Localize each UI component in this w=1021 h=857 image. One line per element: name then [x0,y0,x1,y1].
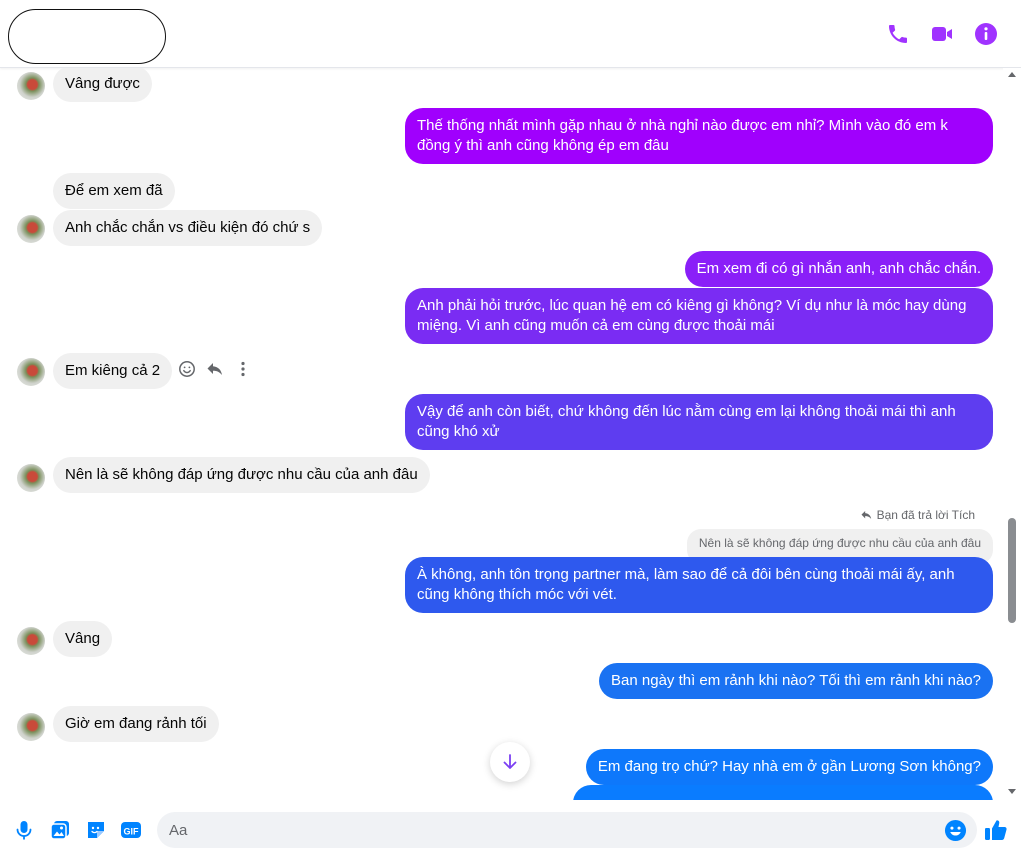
sticker-icon[interactable] [85,819,107,841]
message-composer: GIF [0,800,1021,857]
reply-icon [861,511,871,519]
like-icon[interactable] [983,817,1009,843]
more-icon[interactable] [234,360,252,378]
scroll-down-arrow-icon[interactable] [1007,786,1017,796]
incoming-message[interactable]: Giờ em đang rảnh tối [53,706,219,742]
gallery-icon[interactable] [49,819,71,841]
gif-label: GIF [124,827,140,837]
outgoing-message[interactable]: Thế thống nhất mình gặp nhau ở nhà nghỉ … [405,108,993,164]
scrollbar[interactable] [1003,68,1021,800]
scrollbar-thumb[interactable] [1008,518,1016,623]
reply-label-text: Bạn đã trả lời Tích [876,508,975,522]
message-list: Vâng được Thế thống nhất mình gặp nhau ở… [0,68,1003,800]
messenger-window: Vâng được Thế thống nhất mình gặp nhau ở… [0,0,1021,857]
contact-avatar[interactable] [17,72,45,100]
incoming-message[interactable]: Để em xem đã [53,173,175,209]
outgoing-message[interactable]: Anh phải hỏi trước, lúc quan hệ em có ki… [405,288,993,344]
arrow-down-icon [503,754,517,769]
phone-icon[interactable] [886,22,910,46]
video-camera-icon[interactable] [930,22,954,46]
reply-icon[interactable] [206,360,224,378]
contact-avatar[interactable] [17,713,45,741]
outgoing-message[interactable]: À không, anh tôn trọng partner mà, làm s… [405,557,993,613]
info-icon[interactable] [974,22,998,46]
outgoing-message[interactable]: Em đang trọ chứ? Hay nhà em ở gần Lương … [585,749,993,785]
smile-icon[interactable] [178,360,196,378]
contact-avatar[interactable] [17,627,45,655]
chat-header [0,0,1021,68]
message-actions [178,360,252,378]
microphone-icon[interactable] [13,819,35,841]
outgoing-message[interactable]: Vậy để anh còn biết, chứ không đến lúc n… [405,394,993,450]
contact-avatar[interactable] [17,358,45,386]
incoming-message[interactable]: Vâng được [53,68,152,102]
reply-label: Bạn đã trả lời Tích [860,508,975,522]
incoming-message[interactable]: Em kiêng cả 2 [53,353,173,389]
incoming-message[interactable]: Anh chắc chắn vs điều kiện đó chứ s [53,210,323,246]
outgoing-message[interactable]: Ban ngày thì em rảnh khi nào? Tối thì em… [599,663,993,699]
incoming-message[interactable]: Vâng [53,621,113,657]
outgoing-message-partial[interactable] [573,785,993,800]
emoji-icon[interactable] [944,819,967,842]
message-input[interactable] [157,812,977,848]
incoming-message[interactable]: Nên là sẽ không đáp ứng được nhu cầu của… [53,457,430,493]
outgoing-message[interactable]: Em xem đi có gì nhắn anh, anh chắc chắn. [684,251,993,287]
contact-avatar[interactable] [17,215,45,243]
contact-avatar[interactable] [17,464,45,492]
contact-name-redacted[interactable] [8,9,166,64]
scroll-to-bottom-button[interactable] [490,742,530,782]
gif-icon[interactable]: GIF [120,819,142,841]
scroll-up-arrow-icon[interactable] [1007,70,1017,80]
